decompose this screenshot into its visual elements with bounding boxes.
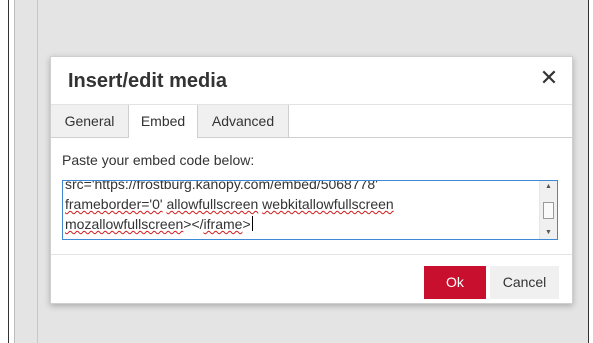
embed-code-webkitallowfullscreen: webkitallowfullscreen xyxy=(262,196,394,212)
embed-code-mozallowfullscreen: mozallowfullscreen xyxy=(65,216,184,232)
text-caret xyxy=(251,216,253,231)
embed-code-text: src='https://frostburg.kanopy.com/embed/… xyxy=(65,180,535,234)
scroll-thumb[interactable] xyxy=(543,202,554,219)
dialog-footer: Ok Cancel xyxy=(51,254,572,304)
embed-code-close-open: ></ xyxy=(183,216,204,232)
textarea-scrollbar[interactable]: ▲ ▼ xyxy=(539,181,557,239)
scroll-up-arrow-icon[interactable]: ▲ xyxy=(540,181,557,193)
embed-code-label: Paste your embed code below: xyxy=(62,152,255,168)
embed-code-iframe: iframe xyxy=(203,216,243,232)
ok-button[interactable]: Ok xyxy=(424,266,486,299)
tab-general[interactable]: General xyxy=(51,105,129,137)
embed-code-allowfullscreen: allowfullscreen xyxy=(166,196,259,212)
scroll-down-arrow-icon[interactable]: ▼ xyxy=(540,227,557,239)
embed-code-close-bracket: > xyxy=(242,216,251,232)
backdrop-divider xyxy=(37,0,38,343)
close-icon[interactable]: ✕ xyxy=(536,65,562,91)
embed-code-frameborder: frameborder='0' xyxy=(65,196,163,212)
embed-code-textarea[interactable]: src='https://frostburg.kanopy.com/embed/… xyxy=(62,180,558,240)
cancel-button[interactable]: Cancel xyxy=(490,266,559,299)
dialog-title: Insert/edit media xyxy=(68,70,227,92)
insert-edit-media-dialog: Insert/edit media ✕ General Embed Advanc… xyxy=(50,56,573,304)
embed-panel: Paste your embed code below: src='https:… xyxy=(51,138,572,254)
dialog-header: Insert/edit media ✕ xyxy=(51,57,572,105)
tab-embed[interactable]: Embed xyxy=(129,105,198,138)
tab-advanced[interactable]: Advanced xyxy=(198,105,289,137)
dialog-tabs: General Embed Advanced xyxy=(51,105,572,138)
embed-code-line-1: src='https://frostburg.kanopy.com/embed/… xyxy=(65,180,378,192)
backdrop-left-border xyxy=(8,0,9,343)
backdrop-right-border xyxy=(588,0,589,343)
